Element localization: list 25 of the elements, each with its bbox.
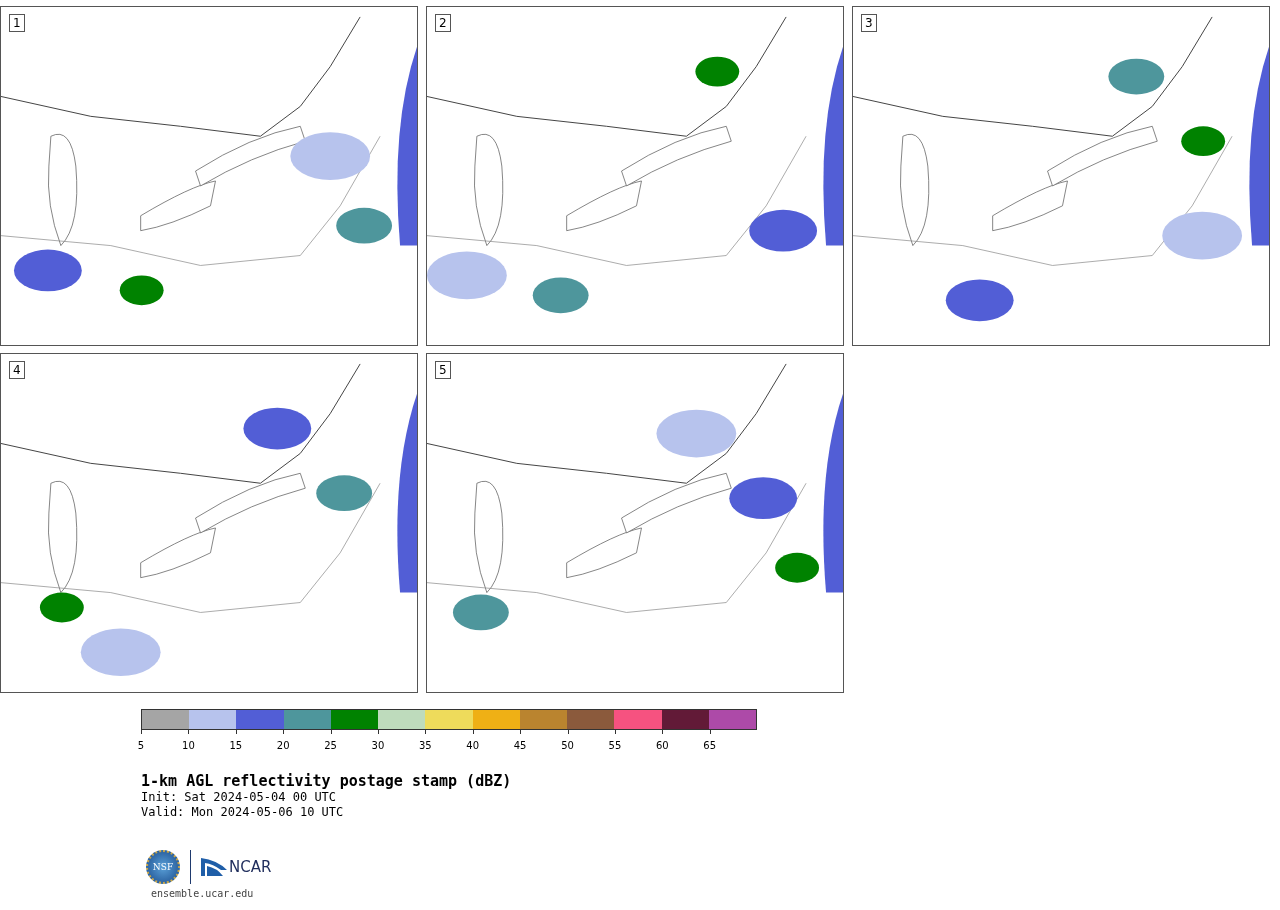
- swoosh-icon: [201, 858, 227, 876]
- panel-number: 5: [435, 361, 451, 379]
- tick-label: 10: [182, 740, 195, 751]
- tick-label: 5: [137, 740, 145, 751]
- panel-number: 4: [9, 361, 25, 379]
- site-url: ensemble.ucar.edu: [151, 887, 255, 900]
- tick-label: 30: [371, 740, 385, 751]
- nsf-logo: NSF: [146, 850, 180, 884]
- ncar-logo: NCAR: [229, 858, 272, 876]
- chart-title: 1-km AGL reflectivity postage stamp (dBZ): [141, 772, 513, 790]
- tick-label: 25: [324, 740, 337, 751]
- tick-label: 20: [276, 740, 290, 751]
- init-time: Init: Sat 2024-05-04 00 UTC: [141, 790, 338, 805]
- panel-number: 2: [435, 14, 451, 32]
- tick-label: 60: [655, 740, 669, 751]
- tick-label: 45: [513, 740, 527, 751]
- tick-label: 65: [703, 740, 717, 751]
- tick-label: 40: [466, 740, 480, 751]
- panel-number: 3: [861, 14, 877, 32]
- panel-number: 1: [9, 14, 25, 32]
- tick-label: 15: [229, 740, 243, 751]
- tick-label: 50: [561, 740, 574, 751]
- tick-label: 55: [608, 740, 622, 751]
- tick-label: 35: [419, 740, 432, 751]
- valid-time: Valid: Mon 2024-05-06 10 UTC: [141, 805, 345, 820]
